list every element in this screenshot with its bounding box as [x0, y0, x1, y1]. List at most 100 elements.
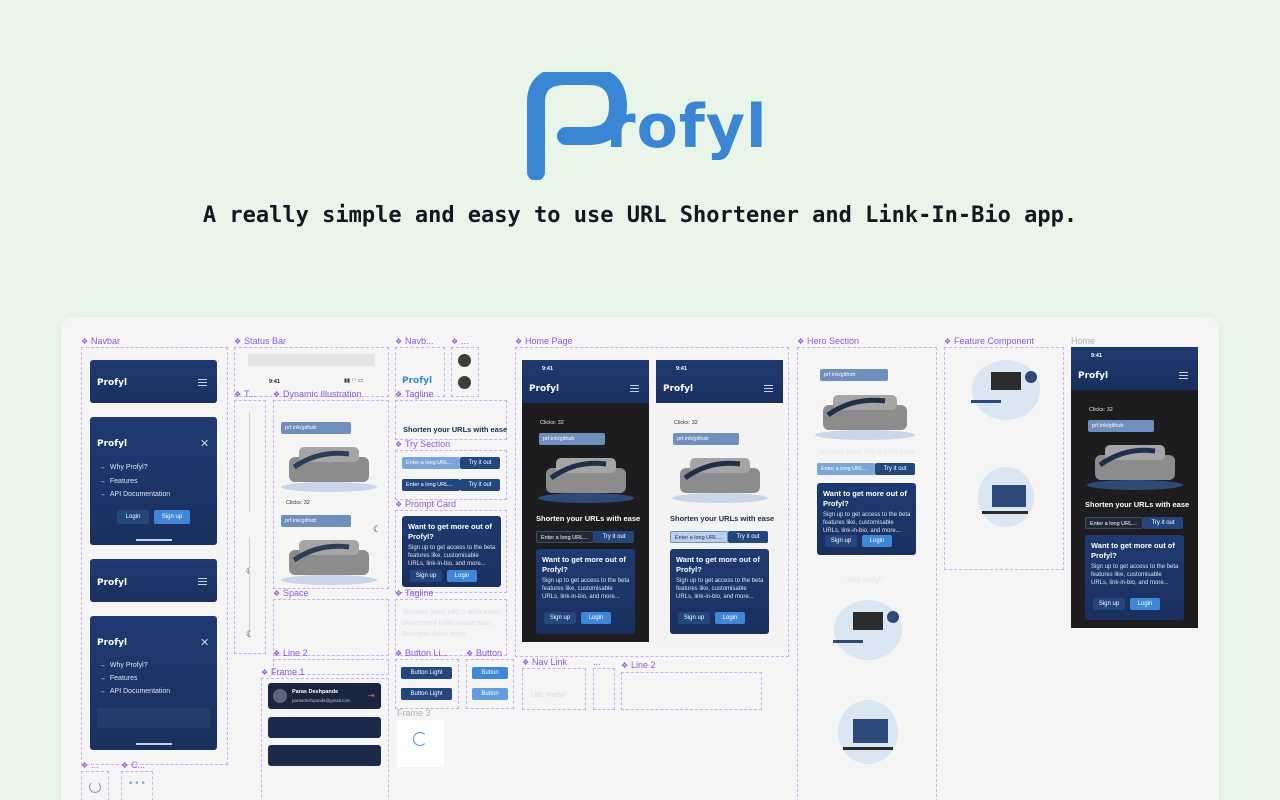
navbar-logo[interactable]: Profyl — [1078, 371, 1108, 381]
menu-item-features[interactable]: → Features — [99, 675, 138, 682]
button-primary-2[interactable]: Button — [472, 688, 508, 700]
status-icons: ▮▮ ◠ ▭ — [344, 378, 364, 384]
toggle-track-light — [249, 412, 250, 512]
frame-label-dynamic-illustration[interactable]: ❖ Dynamic Illustration — [273, 389, 362, 399]
menu-item-features[interactable]: → Features — [99, 478, 138, 485]
frame-label-navb[interactable]: ❖ Navb... — [395, 336, 434, 346]
frame-label-tagline[interactable]: ❖ Tagline — [395, 389, 434, 399]
signup-button[interactable]: Sign up — [678, 612, 710, 624]
button-light-2[interactable]: Button Light — [401, 688, 452, 700]
prompt-card: Want to get more out of Profyl? Sign up … — [1085, 535, 1184, 620]
frame-label-try-section[interactable]: ❖ Try Section — [395, 439, 450, 449]
frame-label-home-page[interactable]: ❖ Home Page — [515, 336, 573, 346]
frame-label-dots-2[interactable]: ❖... — [451, 336, 469, 346]
hero-tagline-text: Shorten your URLs with ease — [1085, 500, 1190, 509]
frame-label-button-light[interactable]: ❖ Button Li... — [395, 648, 448, 658]
feature-illustration-3 — [971, 360, 1040, 420]
frame-label-space[interactable]: ❖ Space — [273, 588, 309, 598]
url-input[interactable]: Enter a long URL... — [817, 463, 875, 475]
close-icon[interactable]: ✕ — [200, 636, 209, 649]
url-input[interactable]: Enter a long URL... — [536, 531, 594, 543]
home-indicator — [136, 539, 172, 541]
navbar-logo[interactable]: Profyl — [663, 384, 693, 394]
couch-illustration — [672, 458, 768, 503]
home-indicator — [136, 743, 172, 745]
try-it-out-button[interactable]: Try it out — [460, 457, 500, 469]
feature-illustration-2 — [838, 700, 898, 764]
button-light[interactable]: Button Light — [401, 667, 452, 679]
navb-logo[interactable]: Profyl — [402, 376, 432, 386]
hero-tagline-text: Shorten your URLs with ease — [536, 514, 641, 523]
login-button[interactable]: Login — [1130, 598, 1160, 610]
frame-label-home[interactable]: Home — [1071, 336, 1095, 346]
menu-item-why[interactable]: → Why Profyl? — [99, 464, 148, 471]
signup-button[interactable]: Sign up — [410, 570, 442, 582]
navbar-logo[interactable]: Profyl — [97, 439, 127, 449]
logout-icon[interactable]: ⇥ — [368, 691, 375, 700]
frame-label-button[interactable]: ❖ Button — [466, 648, 502, 658]
moon-icon[interactable]: ☾ — [246, 567, 254, 577]
url-input[interactable]: Enter a long URL... — [1085, 517, 1143, 529]
close-icon[interactable]: ✕ — [200, 437, 209, 450]
frame-label-tagline-2[interactable]: ❖ Tagline — [395, 588, 434, 598]
hamburger-icon[interactable] — [1179, 372, 1188, 379]
moon-icon-dark[interactable]: ☾ — [246, 630, 254, 640]
toggle-frame — [234, 400, 266, 654]
menu-item-api[interactable]: → API Documentation — [99, 688, 170, 695]
try-it-out-button[interactable]: Try it out — [875, 463, 915, 475]
frame-label-t[interactable]: ❖ T... — [234, 389, 256, 399]
frame-label-hero-section[interactable]: ❖ Hero Section — [797, 336, 859, 346]
button-primary[interactable]: Button — [472, 667, 508, 679]
navbar-logo[interactable]: Profyl — [97, 578, 127, 588]
status-bar-light — [248, 354, 375, 366]
login-button[interactable]: Login — [117, 510, 149, 524]
frame-label-dots-3[interactable]: ... — [593, 657, 601, 667]
login-button[interactable]: Login — [447, 570, 477, 582]
nav-link-text[interactable]: URL Profyl — [531, 692, 565, 699]
url-input-dark[interactable]: Enter a long URL... — [402, 479, 460, 491]
frame-label-frame3[interactable]: Frame 3 — [397, 708, 431, 718]
signup-button[interactable]: Sign up — [825, 535, 857, 547]
frame-label-prompt-card[interactable]: ❖ Prompt Card — [395, 499, 456, 509]
navbar-logo[interactable]: Profyl — [529, 384, 559, 394]
loader-icon — [413, 732, 427, 746]
frame-label-navbar[interactable]: ❖ Navbar — [81, 336, 120, 346]
frame-label-line2[interactable]: ❖ Line 2 — [273, 648, 308, 658]
profile-card[interactable]: Paras Deshpande parasdeshpande@gmail.com… — [268, 683, 381, 709]
navbar-logo[interactable]: Profyl — [97, 638, 127, 648]
url-input[interactable]: Enter a long URL... — [402, 457, 460, 469]
link-pill-text: prf.ink/github — [285, 425, 317, 431]
try-it-out-button[interactable]: Try it out — [728, 531, 768, 543]
prompt-title: Want to get more out of Profyl? — [676, 555, 760, 574]
navbar-logo[interactable]: Profyl — [97, 378, 127, 388]
hamburger-icon[interactable] — [764, 385, 773, 392]
signup-button[interactable]: Sign up — [154, 510, 190, 524]
login-button[interactable]: Login — [581, 612, 611, 624]
login-button[interactable]: Login — [862, 535, 892, 547]
try-it-out-button[interactable]: Try it out — [1143, 517, 1183, 529]
menu-item-api[interactable]: → API Documentation — [99, 491, 170, 498]
try-it-out-button[interactable]: Try it out — [460, 479, 500, 491]
link-pill: prf.ink/github — [539, 433, 605, 445]
clicks-text: Clicks: 32 — [1089, 407, 1113, 413]
frame-label-nav-link[interactable]: ❖ Nav Link — [522, 657, 567, 667]
menu-item-why[interactable]: → Why Profyl? — [99, 662, 148, 669]
line2b-frame — [621, 672, 762, 710]
frame-label-c[interactable]: ❖ C... — [121, 760, 145, 770]
frame-label-status-bar[interactable]: ❖ Status Bar — [234, 336, 286, 346]
frame-label-feature-component[interactable]: ❖ Feature Component — [944, 336, 1034, 346]
hamburger-icon[interactable] — [630, 385, 639, 392]
couch-illustration-2 — [281, 540, 377, 585]
signup-button[interactable]: Sign up — [544, 612, 576, 624]
frame-label-line2b[interactable]: ❖ Line 2 — [621, 660, 656, 670]
frame-label-frame1[interactable]: ❖ Frame 1 — [261, 667, 305, 677]
signup-button[interactable]: Sign up — [1093, 598, 1125, 610]
hamburger-icon[interactable] — [198, 578, 207, 585]
prompt-card: Want to get more out of Profyl? Sign up … — [817, 483, 916, 555]
try-it-out-button[interactable]: Try it out — [594, 531, 634, 543]
frame-label-dots[interactable]: ❖... — [81, 760, 99, 770]
hamburger-icon[interactable] — [198, 379, 207, 386]
url-input[interactable]: Enter a long URL... — [670, 531, 728, 543]
link-pill: prf.ink/github — [1088, 420, 1154, 432]
login-button[interactable]: Login — [715, 612, 745, 624]
